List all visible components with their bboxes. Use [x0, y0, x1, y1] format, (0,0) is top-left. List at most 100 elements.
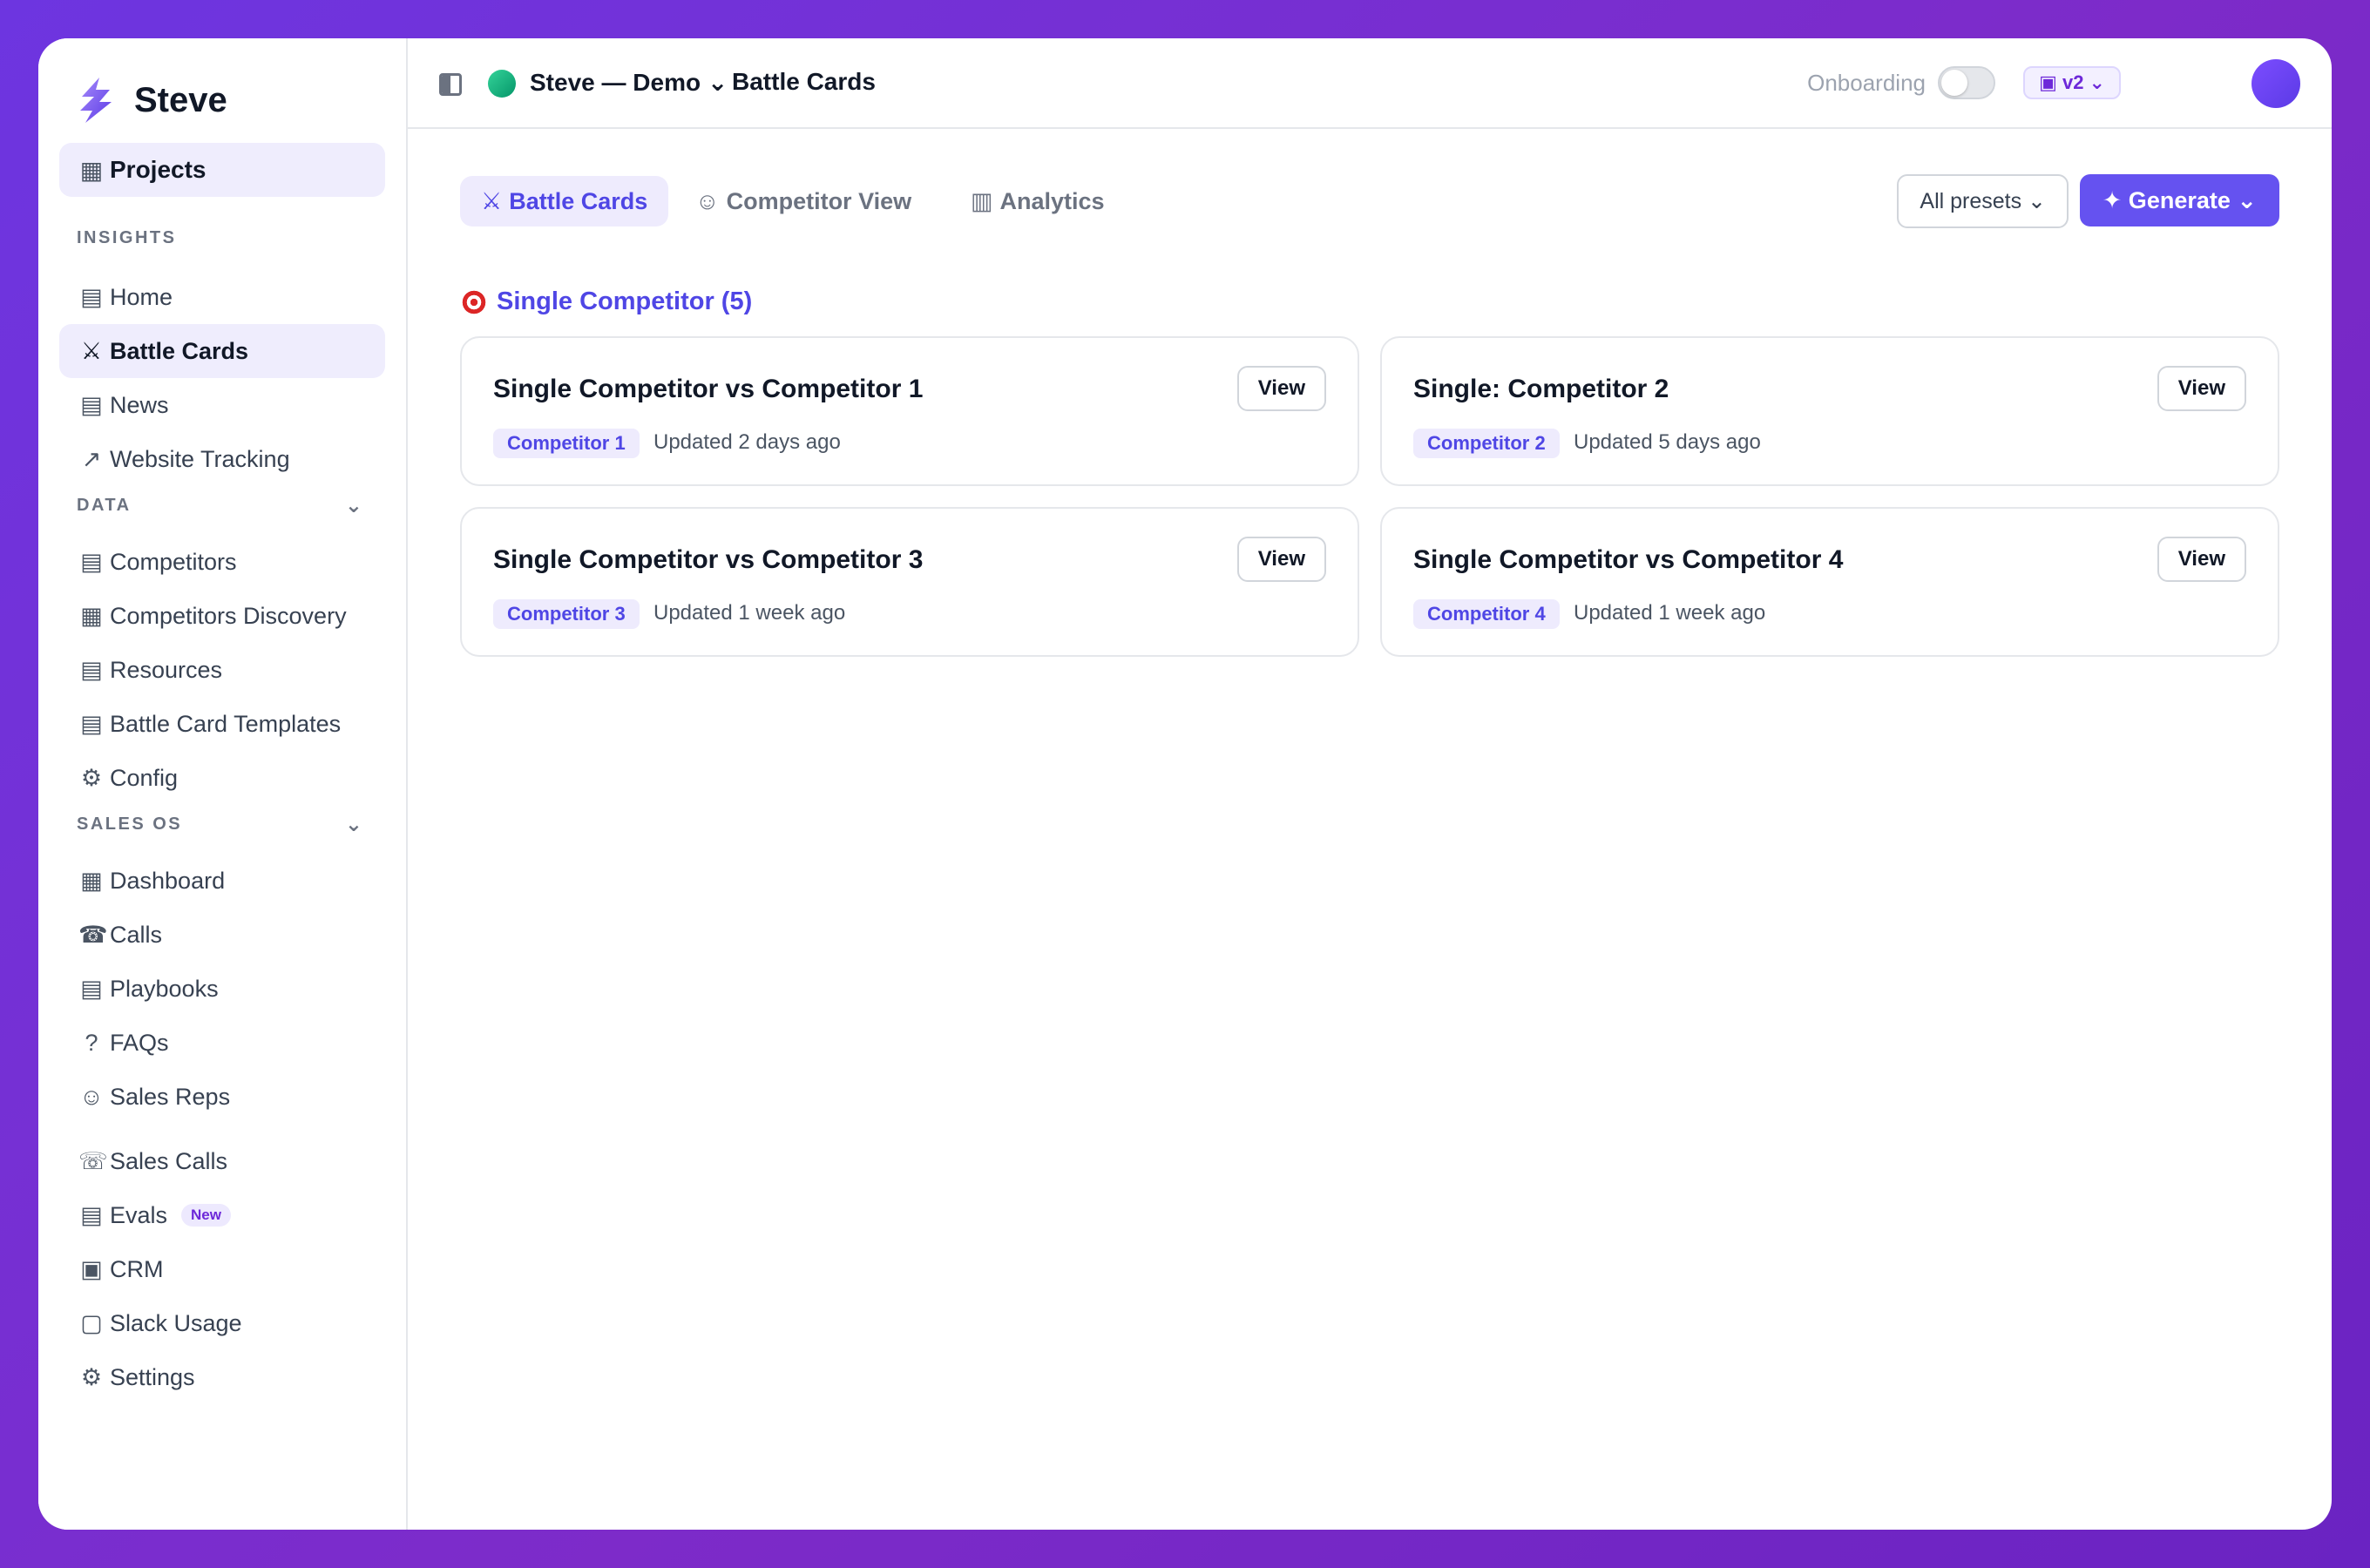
crm-icon: ▣: [80, 1255, 103, 1282]
tab-label: Analytics: [999, 187, 1105, 214]
card-title[interactable]: Single Competitor vs Competitor 4: [1413, 545, 1843, 575]
sidebar-toggle-icon[interactable]: [439, 73, 462, 96]
sidebar-item-label: Competitors Discovery: [110, 602, 347, 629]
sidebar-item-competitors[interactable]: ▤ Competitors: [59, 535, 385, 589]
sidebar: Steve ▦ Projects INSIGHTS ▤ Home ⚔ Battl…: [38, 38, 408, 1530]
tab-competitor-view[interactable]: ☺ Competitor View: [674, 176, 932, 226]
list-icon: ▤: [80, 710, 103, 737]
card-title[interactable]: Single Competitor vs Competitor 3: [493, 545, 923, 575]
view-button[interactable]: View: [2157, 366, 2246, 411]
battle-card[interactable]: Single Competitor vs Competitor 1 View C…: [460, 336, 1359, 486]
main-content: Steve — Demo ⌄ Battle Cards Onboarding ▣…: [408, 38, 2332, 1530]
grid-icon: ▦: [80, 867, 103, 894]
battle-card[interactable]: Single: Competitor 2 View Competitor 2 U…: [1380, 336, 2279, 486]
presets-dropdown[interactable]: All presets ⌄: [1897, 174, 2069, 228]
card-title[interactable]: Single: Competitor 2: [1413, 375, 1669, 404]
view-button[interactable]: View: [1236, 537, 1326, 582]
chevron-down-icon[interactable]: ⌄: [345, 493, 362, 518]
sidebar-item-battle-cards[interactable]: ⚔ Battle Cards: [59, 324, 385, 378]
lightning-logo-icon: [80, 78, 112, 123]
updated-text: Updated 1 week ago: [1574, 601, 1766, 625]
brand[interactable]: Steve: [77, 71, 227, 129]
sidebar-item-sales-calls[interactable]: ☏ Sales Calls: [59, 1134, 385, 1188]
sidebar-item-resources[interactable]: ▤ Resources: [59, 643, 385, 697]
sidebar-item-battle-card-templates[interactable]: ▤ Battle Card Templates: [59, 697, 385, 751]
sidebar-item-settings[interactable]: ⚙ Settings: [59, 1350, 385, 1404]
tab-label: Battle Cards: [509, 187, 648, 214]
sidebar-item-label: Battle Cards: [110, 337, 249, 364]
sidebar-item-label: Dashboard: [110, 867, 226, 894]
sidebar-item-dashboard[interactable]: ▦ Dashboard: [59, 854, 385, 908]
chevron-down-icon[interactable]: ⌄: [345, 812, 362, 837]
sidebar-item-label: Competitors: [110, 548, 237, 575]
sidebar-item-label: Projects: [110, 156, 207, 183]
tab-analytics[interactable]: ▥ Analytics: [950, 176, 1126, 226]
sidebar-item-news[interactable]: ▤ News: [59, 378, 385, 432]
sidebar-item-label: FAQs: [110, 1029, 169, 1056]
competitor-chip: Competitor 3: [493, 599, 640, 629]
group-title-label: Single Competitor (5): [497, 287, 753, 315]
section-label-sales-os[interactable]: SALES OS ⌄: [77, 812, 373, 837]
sidebar-item-label: Settings: [110, 1363, 195, 1390]
sidebar-item-sales-reps[interactable]: ☺ Sales Reps: [59, 1070, 385, 1124]
bar-chart-icon: ▥: [971, 187, 993, 214]
competitor-chip: Competitor 4: [1413, 599, 1560, 629]
sidebar-item-evals[interactable]: ▤ Evals New: [59, 1188, 385, 1242]
sidebar-item-label: Slack Usage: [110, 1309, 242, 1336]
card-title[interactable]: Single Competitor vs Competitor 1: [493, 375, 923, 404]
grid-icon: ▦: [79, 156, 104, 184]
sidebar-item-label: CRM: [110, 1255, 164, 1282]
swords-icon: ⚔: [80, 337, 103, 364]
phone-icon: ☎: [78, 921, 108, 948]
generate-button[interactable]: ✦ Generate ⌄: [2079, 174, 2279, 226]
sidebar-item-label: Calls: [110, 921, 163, 948]
target-icon: [460, 287, 488, 316]
list-icon: ▤: [80, 656, 103, 683]
view-button[interactable]: View: [1236, 366, 1326, 411]
sidebar-item-label: Resources: [110, 656, 223, 683]
new-badge: New: [181, 1204, 231, 1227]
sidebar-item-home[interactable]: ▤ Home: [59, 270, 385, 324]
section-label-data[interactable]: DATA ⌄: [77, 493, 373, 518]
view-button[interactable]: View: [2157, 537, 2246, 582]
sidebar-item-faqs[interactable]: ? FAQs: [59, 1016, 385, 1070]
tab-battle-cards[interactable]: ⚔ Battle Cards: [460, 176, 669, 226]
sidebar-item-slack-usage[interactable]: ▢ Slack Usage: [59, 1296, 385, 1350]
list-icon: ▤: [80, 1201, 103, 1228]
avatar[interactable]: [2252, 59, 2300, 108]
sidebar-item-calls[interactable]: ☎ Calls: [59, 908, 385, 962]
sidebar-item-label: Home: [110, 283, 173, 310]
sidebar-item-competitors-discovery[interactable]: ▦ Competitors Discovery: [59, 589, 385, 643]
section-label-insights: INSIGHTS: [77, 228, 177, 247]
sidebar-item-projects[interactable]: ▦ Projects: [59, 143, 385, 197]
sidebar-item-label: Evals: [110, 1201, 168, 1228]
sidebar-item-website-tracking[interactable]: ↗ Website Tracking: [59, 432, 385, 486]
sidebar-item-config[interactable]: ⚙ Config: [59, 751, 385, 805]
version-switcher[interactable]: ▣ v2 ⌄: [2023, 66, 2121, 99]
sidebar-item-playbooks[interactable]: ▤ Playbooks: [59, 962, 385, 1016]
breadcrumb: Battle Cards: [732, 68, 876, 95]
list-icon: ▤: [80, 548, 103, 575]
sidebar-item-label: Battle Card Templates: [110, 710, 342, 737]
updated-text: Updated 5 days ago: [1574, 430, 1761, 454]
topbar: Steve — Demo ⌄ Battle Cards Onboarding ▣…: [408, 38, 2332, 129]
battle-card[interactable]: Single Competitor vs Competitor 4 View C…: [1380, 507, 2279, 657]
sidebar-item-label: Sales Calls: [110, 1147, 228, 1174]
sidebar-item-label: Config: [110, 764, 179, 791]
onboarding-toggle[interactable]: [1938, 66, 1995, 99]
book-icon: ▤: [80, 975, 103, 1002]
updated-text: Updated 1 week ago: [653, 601, 846, 625]
app-window: Steve ▦ Projects INSIGHTS ▤ Home ⚔ Battl…: [38, 38, 2332, 1530]
group-title[interactable]: Single Competitor (5): [460, 287, 752, 316]
gear-icon: ⚙: [80, 764, 103, 791]
list-icon: ▤: [80, 283, 103, 310]
battle-card[interactable]: Single Competitor vs Competitor 3 View C…: [460, 507, 1359, 657]
tab-label: Competitor View: [726, 187, 912, 214]
phone-outline-icon: ☏: [78, 1147, 108, 1174]
gear-icon: ⚙: [80, 1363, 103, 1390]
sidebar-item-crm[interactable]: ▣ CRM: [59, 1242, 385, 1296]
project-switcher[interactable]: Steve — Demo ⌄: [530, 68, 728, 97]
sidebar-item-label: News: [110, 391, 169, 418]
newspaper-icon: ▤: [80, 391, 103, 418]
competitor-chip: Competitor 2: [1413, 429, 1560, 458]
